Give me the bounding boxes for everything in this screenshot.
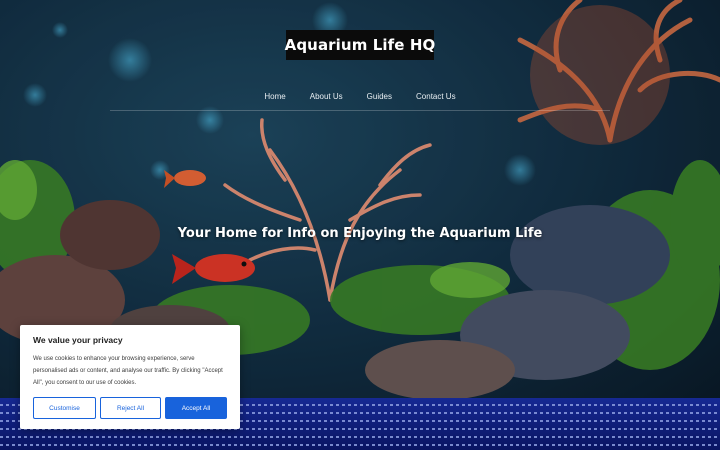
accept-all-button[interactable]: Accept All: [165, 397, 227, 419]
cookie-banner-text: We use cookies to enhance your browsing …: [33, 356, 223, 386]
customise-button[interactable]: Customise: [33, 397, 96, 419]
reject-all-button[interactable]: Reject All: [100, 397, 161, 419]
cookie-banner-title: We value your privacy: [33, 335, 123, 345]
nav-item-contact-us[interactable]: Contact Us: [416, 90, 456, 104]
hero-tagline: Your Home for Info on Enjoying the Aquar…: [177, 226, 543, 241]
nav-item-guides[interactable]: Guides: [367, 90, 392, 104]
cookie-consent-banner: We value your privacy We use cookies to …: [20, 325, 240, 429]
site-title[interactable]: Aquarium Life HQ: [285, 30, 435, 60]
main-navigation: Home About Us Guides Contact Us: [0, 90, 720, 104]
nav-item-about-us[interactable]: About Us: [310, 90, 343, 104]
nav-item-home[interactable]: Home: [264, 90, 285, 104]
nav-divider: [110, 110, 610, 111]
